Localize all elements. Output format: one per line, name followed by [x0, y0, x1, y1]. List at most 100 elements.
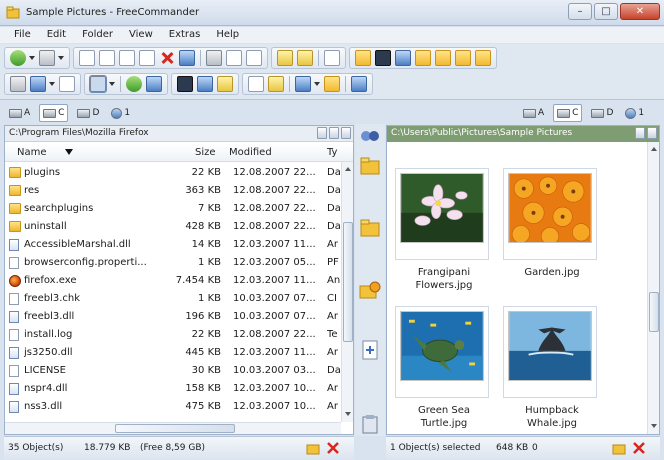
- vertical-layout-icon[interactable]: [89, 75, 107, 93]
- favorite-folder-3-icon[interactable]: [455, 50, 471, 66]
- back-dropdown-icon[interactable]: [29, 50, 36, 66]
- menu-view[interactable]: View: [121, 27, 161, 43]
- file-row[interactable]: js3250.dll 445 KB 12.03.2007 11... Ar: [5, 344, 353, 362]
- copy-icon[interactable]: [226, 50, 242, 66]
- left-horizontal-scrollbar[interactable]: [5, 422, 341, 434]
- new-document-icon[interactable]: [358, 338, 382, 362]
- file-row[interactable]: freebl3.chk 1 KB 10.03.2007 07... CI: [5, 290, 353, 308]
- thumbnail-item[interactable]: Frangipani Flowers.jpg: [391, 168, 491, 298]
- forward-dropdown-icon[interactable]: [58, 50, 65, 66]
- file-row[interactable]: searchplugins 7 KB 12.08.2007 22... Da: [5, 200, 353, 218]
- filter-status-icon[interactable]: [306, 441, 320, 455]
- network-icon[interactable]: [351, 76, 367, 92]
- compare-icon[interactable]: [248, 76, 264, 92]
- unpack-icon[interactable]: [297, 50, 313, 66]
- file-row[interactable]: AccessibleMarshal.dll 14 KB 12.03.2007 11.…: [5, 236, 353, 254]
- left-vertical-scrollbar[interactable]: [341, 162, 353, 422]
- right-drive-network[interactable]: 1: [622, 104, 647, 122]
- filter-dropdown-icon[interactable]: [314, 76, 321, 92]
- explorer-icon[interactable]: [197, 76, 213, 92]
- copy-file-icon[interactable]: [119, 50, 135, 66]
- parent-folder-icon[interactable]: [329, 127, 339, 139]
- column-modified[interactable]: Modified: [229, 147, 272, 158]
- properties-icon[interactable]: [179, 50, 195, 66]
- right-scroll-thumb[interactable]: [649, 292, 659, 332]
- menu-edit[interactable]: Edit: [39, 27, 74, 43]
- compare-folders-icon[interactable]: [358, 278, 382, 302]
- column-name[interactable]: Name: [17, 147, 47, 158]
- command-prompt-icon[interactable]: [177, 76, 193, 92]
- menu-file[interactable]: File: [6, 27, 39, 43]
- clear-filter-icon[interactable]: [326, 441, 340, 455]
- maximize-button[interactable]: □: [594, 3, 618, 20]
- sync-panels-icon[interactable]: [358, 128, 382, 144]
- file-row[interactable]: nspr4.dll 158 KB 12.03.2007 10... Ar: [5, 380, 353, 398]
- layout-dropdown-icon[interactable]: [109, 76, 116, 92]
- file-row[interactable]: LICENSE 30 KB 10.03.2007 03... Da: [5, 362, 353, 380]
- clipboard-icon[interactable]: [358, 414, 382, 434]
- copy-to-right-icon[interactable]: [358, 154, 382, 178]
- sync-icon[interactable]: [268, 76, 284, 92]
- file-row[interactable]: firefox.exe 7.454 KB 12.03.2007 11... An: [5, 272, 353, 290]
- scroll-down-icon[interactable]: [649, 421, 659, 431]
- file-row[interactable]: uninstall 428 KB 12.08.2007 22... Da: [5, 218, 353, 236]
- file-row[interactable]: nss3.dll 475 KB 12.03.2007 10... Ar: [5, 398, 353, 416]
- right-drive-c[interactable]: C: [553, 104, 583, 122]
- filter-status-icon[interactable]: [612, 441, 626, 455]
- thumbnail-item[interactable]: Humpback Whale.jpg: [499, 306, 599, 436]
- file-row[interactable]: freebl3.dll 196 KB 10.03.2007 07... Ar: [5, 308, 353, 326]
- move-to-right-icon[interactable]: [358, 216, 382, 240]
- thumbnail-item[interactable]: Green Sea Turtle.jpg: [391, 306, 491, 436]
- root-folder-icon[interactable]: [341, 127, 351, 139]
- left-hscroll-thumb[interactable]: [115, 424, 235, 433]
- new-file-icon[interactable]: [324, 50, 340, 66]
- right-drive-d[interactable]: D: [588, 104, 616, 122]
- back-arrow-icon[interactable]: [10, 50, 26, 66]
- filter-icon[interactable]: [295, 76, 311, 92]
- thumbnail-item[interactable]: Garden.jpg: [499, 168, 599, 298]
- file-row[interactable]: install.log 22 KB 12.08.2007 22... Te: [5, 326, 353, 344]
- search-icon[interactable]: [375, 50, 391, 66]
- column-size[interactable]: Size: [195, 147, 216, 158]
- view-mode-dropdown-icon[interactable]: [49, 76, 56, 92]
- swap-panels-icon[interactable]: [146, 76, 162, 92]
- scroll-up-icon[interactable]: [343, 164, 353, 174]
- file-row[interactable]: plugins 22 KB 12.08.2007 22... Da: [5, 164, 353, 182]
- right-path-bar[interactable]: C:\Users\Public\Pictures\Sample Pictures: [387, 126, 659, 142]
- scroll-down-icon[interactable]: [343, 409, 353, 419]
- details-view-icon[interactable]: [59, 76, 75, 92]
- right-vertical-scrollbar[interactable]: [647, 142, 659, 434]
- view-mode-icon[interactable]: [30, 76, 46, 92]
- path-history-icon[interactable]: [317, 127, 327, 139]
- file-row[interactable]: browserconfig.properti... 1 KB 12.03.2007 …: [5, 254, 353, 272]
- left-drive-d[interactable]: D: [74, 104, 102, 122]
- left-drive-a[interactable]: A: [6, 104, 33, 122]
- help-icon[interactable]: [395, 50, 411, 66]
- quick-view-icon[interactable]: [217, 76, 233, 92]
- settings-icon[interactable]: [10, 76, 26, 92]
- left-path-bar[interactable]: C:\Program Files\Mozilla Firefox: [5, 126, 353, 142]
- view-file-icon[interactable]: [79, 50, 95, 66]
- move-file-icon[interactable]: [139, 50, 155, 66]
- pack-icon[interactable]: [277, 50, 293, 66]
- edit-file-icon[interactable]: [99, 50, 115, 66]
- scroll-up-icon[interactable]: [649, 144, 659, 154]
- clear-filter-icon[interactable]: [632, 441, 646, 455]
- right-drive-a[interactable]: A: [520, 104, 547, 122]
- new-folder-icon[interactable]: [355, 50, 371, 66]
- file-row[interactable]: res 363 KB 12.08.2007 22... Da: [5, 182, 353, 200]
- favorite-folder-1-icon[interactable]: [415, 50, 431, 66]
- close-button[interactable]: ✕: [620, 3, 660, 20]
- minimize-button[interactable]: –: [568, 3, 592, 20]
- favorite-folder-2-icon[interactable]: [435, 50, 451, 66]
- refresh-icon[interactable]: [126, 76, 142, 92]
- cut-icon[interactable]: [206, 50, 222, 66]
- menu-extras[interactable]: Extras: [161, 27, 209, 43]
- left-scroll-thumb[interactable]: [343, 222, 353, 342]
- column-type[interactable]: Ty: [327, 147, 337, 158]
- paste-icon[interactable]: [246, 50, 262, 66]
- left-drive-network[interactable]: 1: [108, 104, 133, 122]
- delete-icon[interactable]: [159, 50, 175, 66]
- folder-size-icon[interactable]: [324, 76, 340, 92]
- left-drive-c[interactable]: C: [39, 104, 69, 122]
